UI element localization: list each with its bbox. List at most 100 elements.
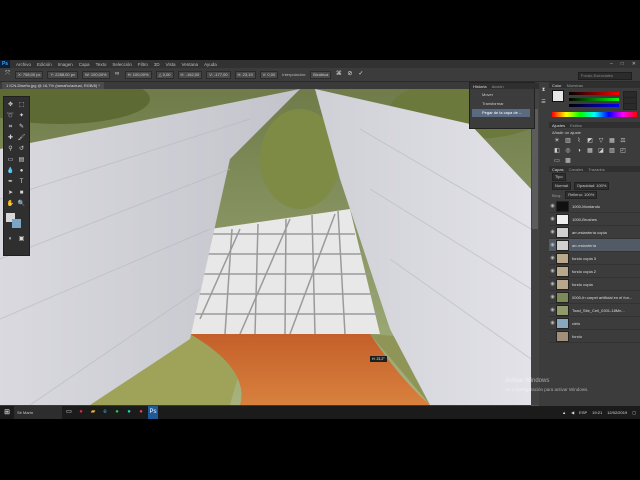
quick-mask-icon[interactable]: ◐	[6, 235, 15, 244]
eye-icon[interactable]: ◉	[549, 307, 556, 313]
path-selection-icon[interactable]: ➤	[6, 189, 15, 198]
lookup-icon[interactable]: ▦	[586, 148, 594, 155]
move-icon[interactable]: ✥	[6, 101, 15, 110]
blue-slider[interactable]	[569, 104, 619, 107]
green-slider[interactable]	[569, 98, 619, 101]
notifications-icon[interactable]: ▢	[632, 410, 636, 415]
levels-icon[interactable]: ▥	[564, 138, 572, 145]
edge-icon[interactable]: e	[100, 406, 110, 419]
zoom-icon[interactable]: 🔍	[17, 200, 26, 209]
gradient-map-icon[interactable]: ▭	[553, 158, 561, 165]
tab-ajustes[interactable]: Ajustes	[552, 123, 565, 128]
marquee-icon[interactable]: ⬚	[17, 101, 26, 110]
transform-tool-icon[interactable]: ⤧	[4, 71, 11, 78]
bw-icon[interactable]: ◧	[553, 148, 561, 155]
eye-icon[interactable]: ◉	[549, 294, 556, 300]
brush-icon[interactable]: 🖌	[17, 134, 26, 143]
menu-seleccion[interactable]: Selección	[112, 62, 132, 67]
crop-icon[interactable]: ⌗	[6, 123, 15, 132]
photoshop-taskbar-icon[interactable]: Ps	[148, 406, 158, 419]
document-tab[interactable]: 1 ICN-Diseño.jpg @ 16,7% (tamaño/actual,…	[2, 82, 104, 89]
selective-color-icon[interactable]: ▩	[564, 158, 572, 165]
healing-brush-icon[interactable]: ✚	[6, 134, 15, 143]
taskbar-search[interactable]: Sé Marín	[14, 406, 62, 419]
task-view-icon[interactable]: ▭	[64, 406, 74, 419]
menu-3d[interactable]: 3D	[154, 62, 160, 67]
menu-edicion[interactable]: Edición	[37, 62, 52, 67]
invert-icon[interactable]: ◪	[597, 148, 605, 155]
canvas[interactable]: H: 23,2°	[0, 89, 531, 405]
blue-value[interactable]	[623, 103, 637, 110]
gradient-icon[interactable]: ▤	[17, 156, 26, 165]
commit-transform-icon[interactable]: ✓	[357, 71, 364, 78]
file-explorer-icon[interactable]: ▰	[88, 406, 98, 419]
tab-estilos[interactable]: Estilos	[570, 123, 582, 128]
menu-filtro[interactable]: Filtro	[138, 62, 148, 67]
workspace-select[interactable]: Fondo-Esenciales	[578, 72, 632, 80]
red-slider[interactable]	[569, 92, 619, 95]
close-button[interactable]: ✕	[632, 61, 636, 67]
eye-icon[interactable]: ◉	[549, 255, 556, 261]
vskew-field[interactable]: V: -177,00	[206, 70, 231, 79]
minimize-button[interactable]: –	[610, 61, 613, 67]
eye-icon[interactable]: ◉	[549, 216, 556, 222]
properties-icon[interactable]: ☰	[539, 98, 548, 107]
clone-stamp-icon[interactable]: ⚲	[6, 145, 15, 154]
background-color-swatch[interactable]	[12, 219, 21, 228]
tab-muestras[interactable]: Muestras	[567, 83, 583, 88]
cancel-transform-icon[interactable]: ⊘	[346, 71, 353, 78]
history-icon[interactable]: ⧗	[539, 86, 548, 95]
clock-date[interactable]: 12/02/2019	[607, 410, 627, 415]
x-field[interactable]: X: 758,00 px	[15, 70, 44, 79]
volume-icon[interactable]: ◀	[571, 410, 574, 415]
curves-icon[interactable]: ⌇	[575, 138, 583, 145]
layer-kind-filter[interactable]: Tipo	[552, 173, 566, 181]
layer-row[interactable]: ◉ fondo copia 3	[549, 252, 640, 265]
dodge-icon[interactable]: ●	[17, 167, 26, 176]
history-item-selected[interactable]: Pegar de la capa de ...	[472, 109, 530, 117]
hand-icon[interactable]: ✋	[6, 200, 15, 209]
eye-icon[interactable]: ◉	[549, 203, 556, 209]
network-icon[interactable]: ▲	[562, 410, 566, 415]
spotify-icon[interactable]: ●	[112, 406, 122, 419]
tab-historia[interactable]: Historia	[473, 84, 487, 89]
tab-trazados[interactable]: Trazados	[588, 167, 605, 172]
type-icon[interactable]: T	[17, 178, 26, 187]
magic-wand-icon[interactable]: ✦	[17, 112, 26, 121]
tab-color[interactable]: Color	[552, 83, 562, 88]
eye-icon[interactable]: ◉	[549, 242, 556, 248]
layer-row[interactable]: ◉ 0000-fn carpet artificial en el fon...	[549, 291, 640, 304]
tab-canales[interactable]: Canales	[569, 167, 584, 172]
channel-mixer-icon[interactable]: ◑	[575, 148, 583, 155]
balance-icon[interactable]: ⚖	[619, 138, 627, 145]
lasso-icon[interactable]: ➰	[6, 112, 15, 121]
eye-icon[interactable]: ◉	[549, 229, 556, 235]
link-icon[interactable]: ∞	[114, 71, 121, 78]
eyedropper-icon[interactable]: ✎	[17, 123, 26, 132]
windows-start-icon[interactable]: ⊞	[0, 406, 14, 419]
menu-imagen[interactable]: Imagen	[58, 62, 73, 67]
vibrance-icon[interactable]: ▽	[597, 138, 605, 145]
extra-v-field[interactable]: V: 0,00	[259, 70, 279, 79]
threshold-icon[interactable]: ◰	[619, 148, 627, 155]
tab-accion[interactable]: Acción	[492, 84, 504, 89]
layer-row-selected[interactable]: ◉ arr-estantería	[549, 239, 640, 252]
app-icon[interactable]: ●	[136, 406, 146, 419]
clock-time[interactable]: 19:21	[592, 410, 602, 415]
blend-mode-select[interactable]: Normal	[552, 182, 571, 190]
eye-icon[interactable]: ◉	[549, 281, 556, 287]
exposure-icon[interactable]: ◩	[586, 138, 594, 145]
angle-field[interactable]: △ 0,00	[155, 70, 174, 79]
layer-row[interactable]: ◉ Toad_Site_Cell_0301-18Mn...	[549, 304, 640, 317]
interpolation-select[interactable]: Bicúbica	[310, 70, 332, 79]
opacity-field[interactable]: Opacidad: 100%	[573, 182, 610, 190]
rectangle-icon[interactable]: ■	[17, 189, 26, 198]
posterize-icon[interactable]: ▨	[608, 148, 616, 155]
blur-icon[interactable]: 💧	[6, 167, 15, 176]
layer-row[interactable]: ◉ 1000-Brushes	[549, 213, 640, 226]
hskew-field[interactable]: H: -162,00	[177, 70, 203, 79]
menu-ayuda[interactable]: Ayuda	[204, 62, 217, 67]
layer-row[interactable]: ◉ fondo copia	[549, 278, 640, 291]
history-brush-icon[interactable]: ↺	[17, 145, 26, 154]
eye-icon[interactable]: ◉	[549, 320, 556, 326]
